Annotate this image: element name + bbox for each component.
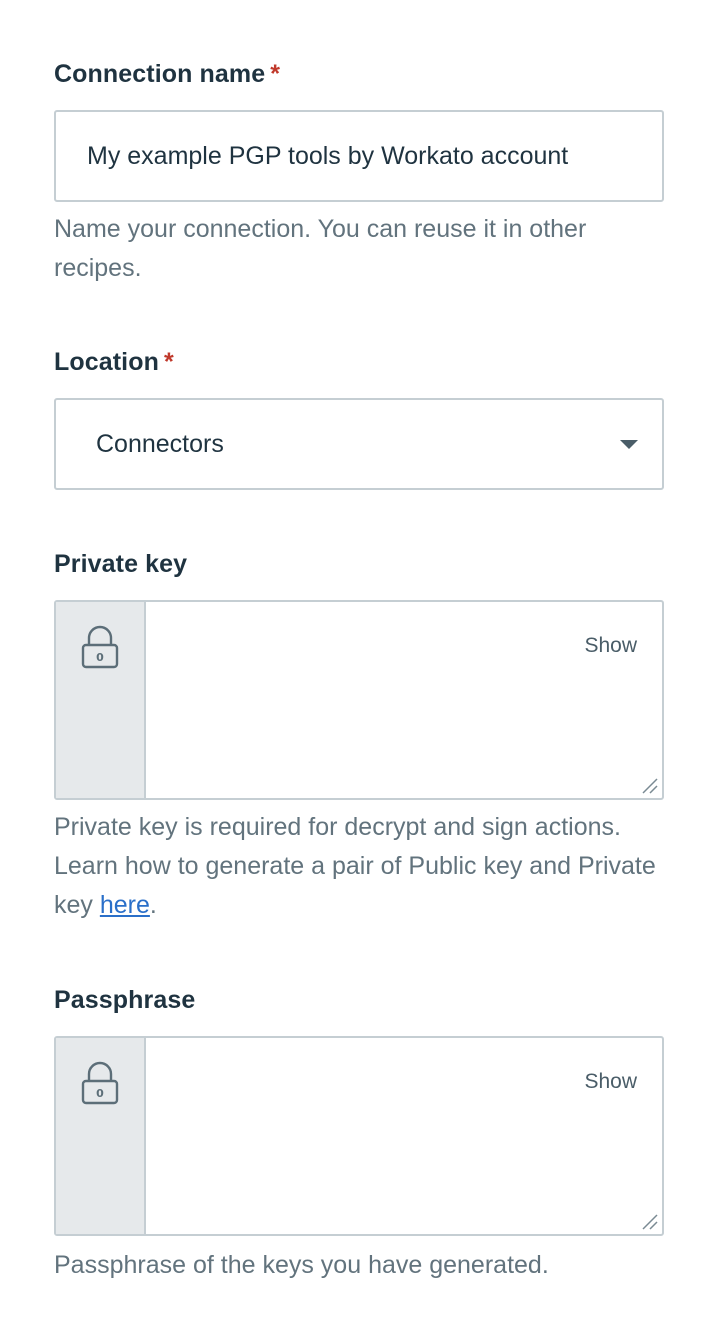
svg-text:0: 0 — [96, 651, 104, 664]
svg-text:0: 0 — [96, 1087, 104, 1100]
required-marker: * — [270, 60, 281, 88]
private-key-field: Private key 0 Show Private key is requir… — [54, 548, 664, 919]
resize-handle-icon[interactable] — [641, 1213, 659, 1231]
location-select[interactable]: Connectors — [54, 398, 664, 490]
connection-name-label: Connection name * — [54, 58, 664, 90]
connection-name-input[interactable]: My example PGP tools by Workato account — [54, 110, 664, 202]
private-key-hint: Private key is required for decrypt and … — [54, 808, 674, 925]
passphrase-label: Passphrase — [54, 986, 196, 1014]
chevron-down-icon — [620, 440, 638, 449]
here-link[interactable]: here — [100, 891, 150, 919]
connection-name-label-text: Connection name — [54, 60, 266, 88]
location-selected-value: Connectors — [96, 430, 224, 458]
location-field: Location * Connectors — [54, 346, 664, 490]
private-key-label: Private key — [54, 550, 188, 578]
location-label-text: Location — [54, 348, 159, 376]
required-marker: * — [163, 348, 174, 376]
show-private-key-button[interactable]: Show — [584, 634, 637, 658]
lock-icon: 0 — [81, 625, 119, 669]
passphrase-input[interactable]: 0 Show — [54, 1036, 664, 1236]
location-label: Location * — [54, 346, 664, 378]
connection-name-field: Connection name * My example PGP tools by… — [54, 58, 664, 282]
show-passphrase-button[interactable]: Show — [584, 1070, 637, 1094]
private-key-input[interactable]: 0 Show — [54, 600, 664, 800]
resize-handle-icon[interactable] — [641, 777, 659, 795]
lock-pane: 0 — [56, 1038, 146, 1234]
passphrase-field: Passphrase 0 Show Passphrase of the keys… — [54, 984, 664, 1279]
lock-icon: 0 — [81, 1061, 119, 1105]
connection-name-hint: Name your connection. You can reuse it i… — [54, 215, 587, 282]
lock-pane: 0 — [56, 602, 146, 798]
passphrase-hint: Passphrase of the keys you have generate… — [54, 1251, 549, 1279]
private-key-hint-suffix: . — [149, 891, 157, 919]
